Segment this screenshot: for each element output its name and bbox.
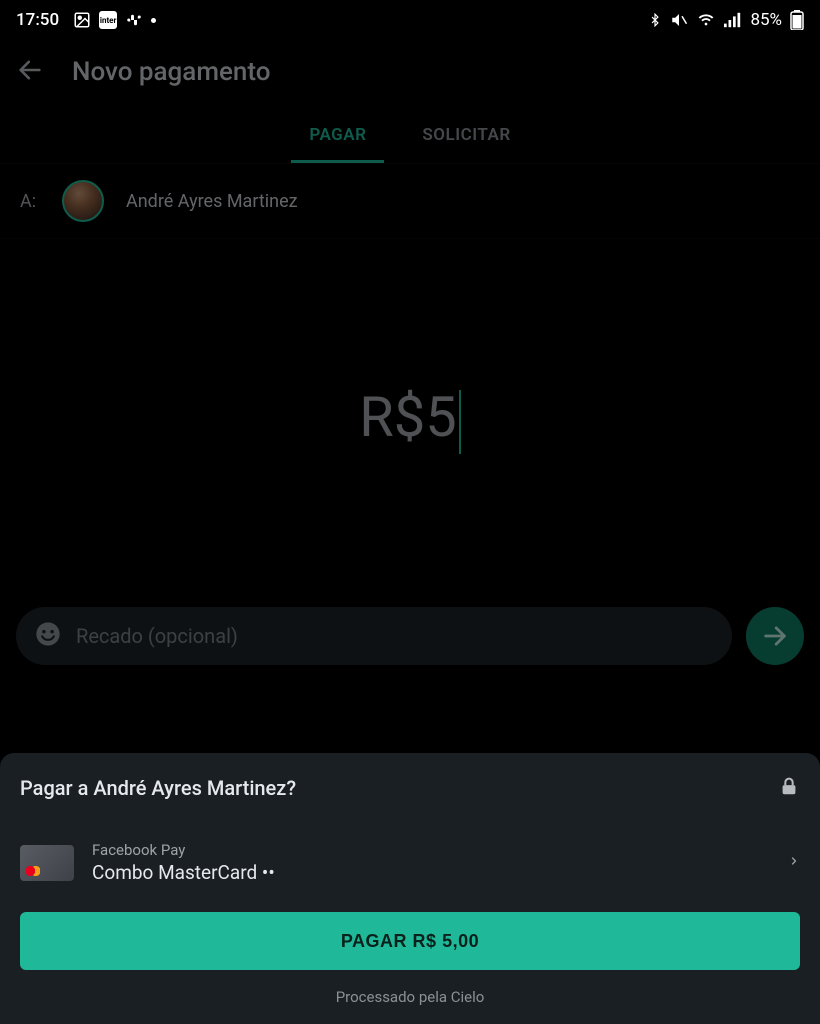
signal-icon	[724, 12, 742, 28]
status-time: 17:50	[16, 10, 59, 30]
battery-percent: 85%	[750, 10, 782, 30]
payment-method-row[interactable]: Facebook Pay Combo MasterCard ••	[20, 831, 800, 912]
confirm-sheet: Pagar a André Ayres Martinez? Facebook P…	[0, 753, 820, 1024]
lock-icon	[778, 773, 800, 803]
mute-icon	[670, 11, 688, 29]
slack-icon	[125, 11, 143, 29]
wifi-icon	[696, 12, 716, 28]
pay-button[interactable]: PAGAR R$ 5,00	[20, 912, 800, 970]
battery-icon	[790, 10, 804, 30]
image-icon	[73, 11, 91, 29]
card-thumbnail-icon	[20, 845, 74, 881]
processed-by: Processado pela Cielo	[20, 988, 800, 1006]
chevron-right-icon	[788, 851, 800, 875]
status-bar: 17:50 inter 85%	[0, 0, 820, 40]
more-dot-icon	[151, 18, 156, 23]
payment-card: Combo MasterCard ••	[92, 861, 770, 884]
app-icon: inter	[99, 11, 117, 29]
sheet-title: Pagar a André Ayres Martinez?	[20, 776, 296, 800]
bluetooth-icon	[648, 11, 662, 29]
payment-provider: Facebook Pay	[92, 841, 770, 859]
